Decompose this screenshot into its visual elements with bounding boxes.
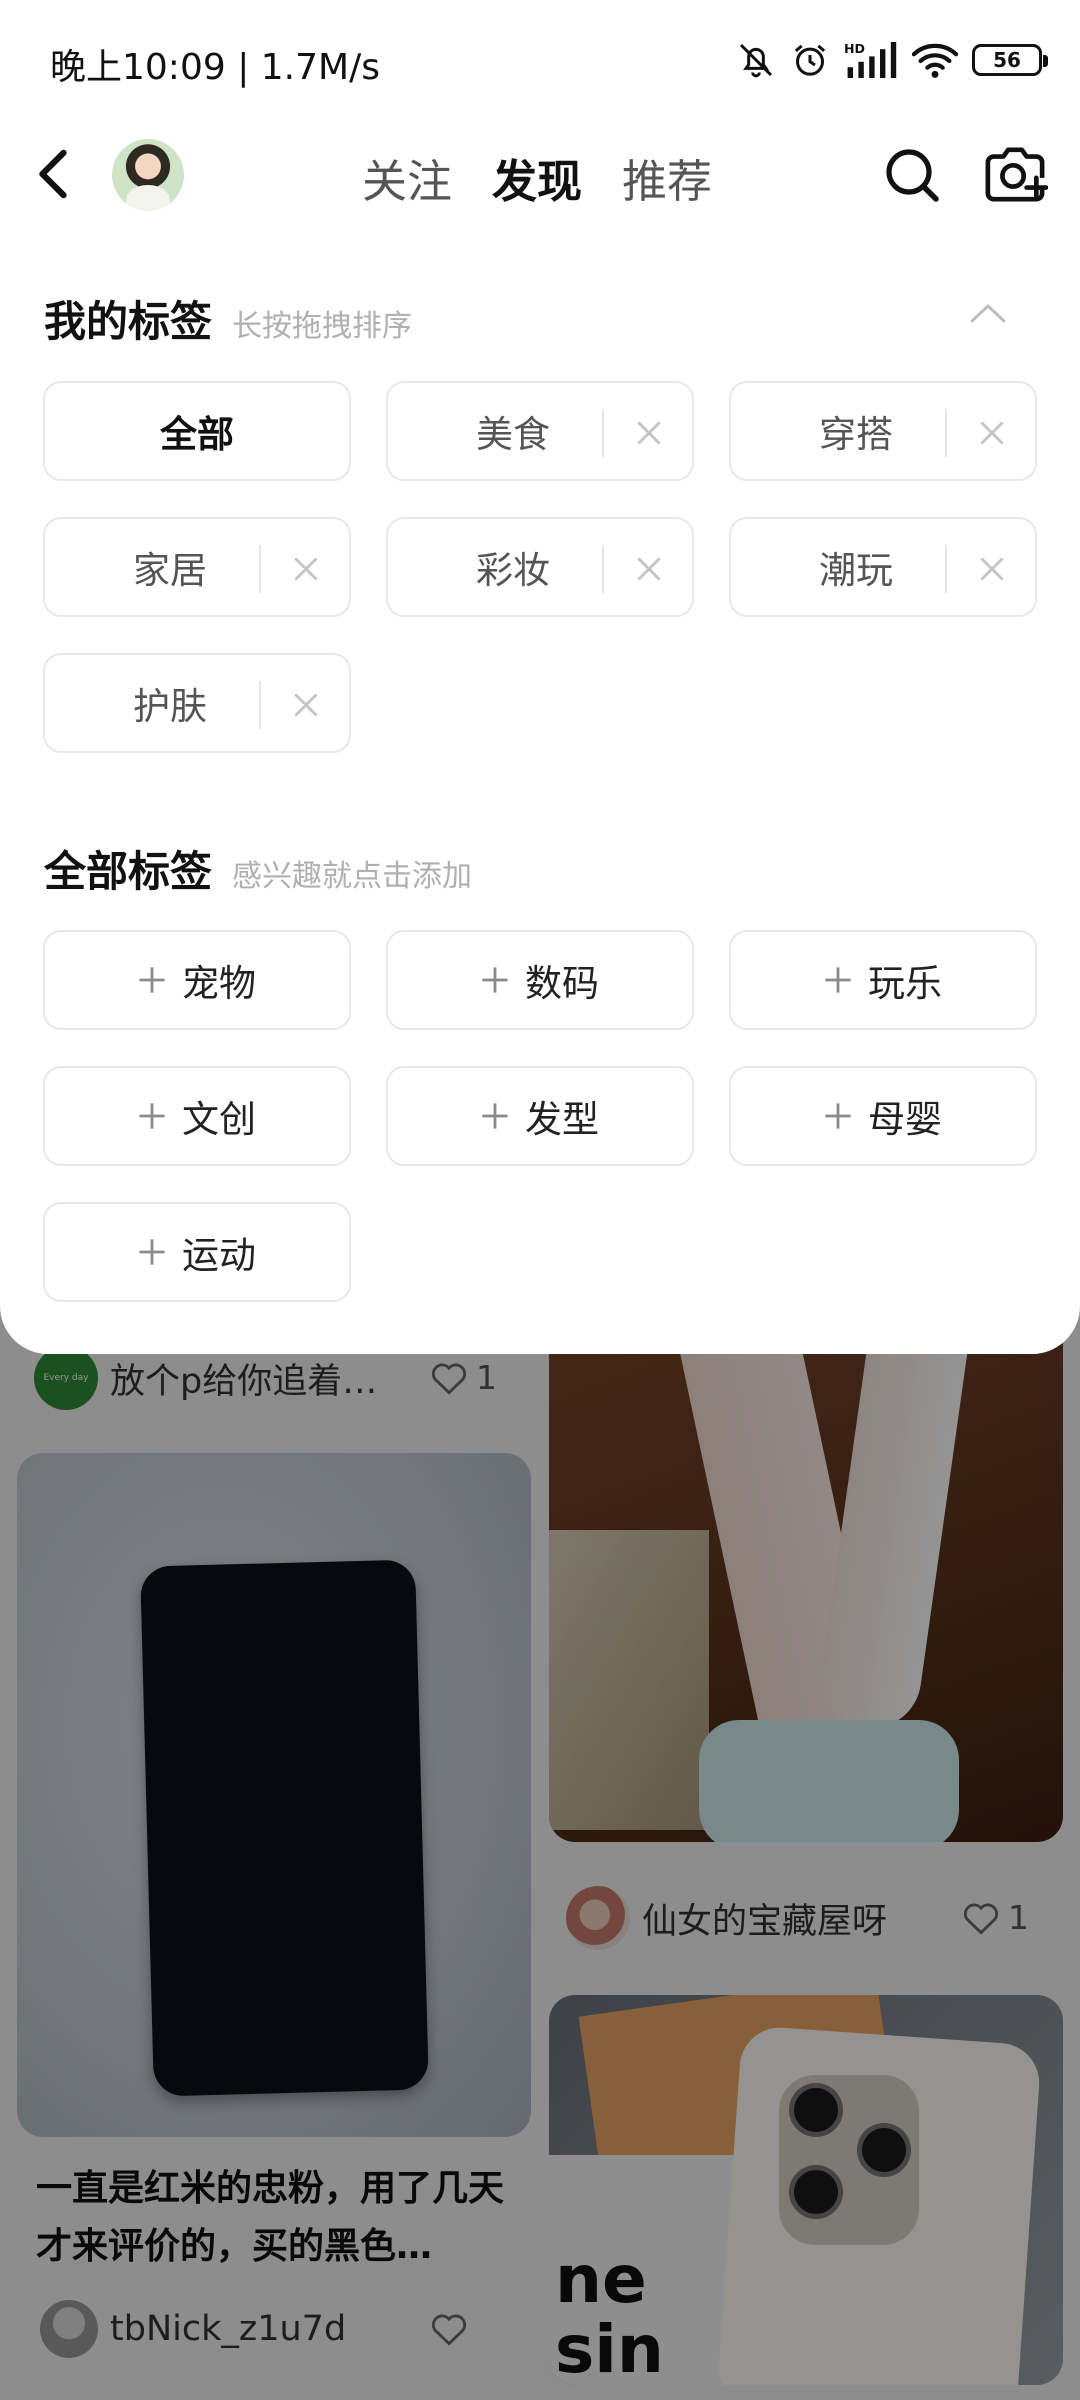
add-tag-chip[interactable]: 数码 (386, 930, 694, 1030)
my-tag-label: 家居 (133, 549, 207, 592)
my-tag-chip[interactable]: 穿搭 (729, 381, 1037, 481)
my-tags-hint: 长按拖拽排序 (232, 309, 413, 344)
svg-text:HD: HD (844, 41, 865, 56)
add-tag-label: 玩乐 (868, 962, 942, 1005)
add-tag-chip[interactable]: 宠物 (43, 930, 351, 1030)
chip-divider (945, 545, 947, 593)
remove-tag-icon[interactable] (978, 419, 1006, 447)
search-icon[interactable] (882, 145, 942, 205)
tag-manager-sheet: 晚上10:09 | 1.7M/s HD 56 关注 发现 推荐 我的标签 长按拖… (0, 0, 1080, 1354)
tab-follow[interactable]: 关注 (362, 145, 452, 210)
plus-icon (482, 1103, 508, 1129)
nav-tabs: 关注 发现 推荐 (362, 145, 712, 210)
signal-hd-icon: HD (844, 41, 897, 78)
my-tag-chip[interactable]: 护肤 (43, 653, 351, 753)
battery-icon: 56 (972, 44, 1048, 76)
status-time: 晚上10:09 | 1.7M/s (50, 47, 380, 88)
status-icons: HD 56 (736, 40, 1048, 80)
remove-tag-icon[interactable] (978, 555, 1006, 583)
tab-recommend[interactable]: 推荐 (622, 145, 712, 210)
chevron-up-icon[interactable] (968, 300, 1008, 326)
chip-divider (259, 545, 261, 593)
all-tags-title: 全部标签 (44, 847, 213, 896)
plus-icon (139, 1239, 165, 1265)
chip-divider (602, 545, 604, 593)
remove-tag-icon[interactable] (635, 555, 663, 583)
alarm-icon (794, 44, 826, 76)
add-tag-label: 母婴 (868, 1098, 942, 1141)
add-tag-label: 运动 (182, 1234, 256, 1277)
my-tag-chip[interactable]: 彩妆 (386, 517, 694, 617)
add-tag-label: 文创 (182, 1098, 256, 1141)
add-tag-chip[interactable]: 玩乐 (729, 930, 1037, 1030)
plus-icon (825, 1103, 851, 1129)
all-tags-hint: 感兴趣就点击添加 (232, 859, 473, 894)
chip-divider (602, 409, 604, 457)
add-tag-chip[interactable]: 发型 (386, 1066, 694, 1166)
my-tag-label: 潮玩 (819, 549, 893, 592)
my-tag-label: 穿搭 (819, 413, 893, 456)
remove-tag-icon[interactable] (292, 555, 320, 583)
status-bar: 晚上10:09 | 1.7M/s HD 56 (0, 0, 1080, 120)
my-tag-label: 护肤 (133, 685, 207, 728)
remove-tag-icon[interactable] (292, 691, 320, 719)
my-tag-chip[interactable]: 家居 (43, 517, 351, 617)
my-tags-title: 我的标签 (44, 297, 213, 346)
add-tag-chip[interactable]: 母婴 (729, 1066, 1037, 1166)
add-tag-label: 发型 (525, 1098, 599, 1141)
my-tag-label: 彩妆 (476, 549, 550, 592)
plus-icon (482, 967, 508, 993)
my-tag-chip[interactable]: 潮玩 (729, 517, 1037, 617)
add-tag-chip[interactable]: 运动 (43, 1202, 351, 1302)
plus-icon (139, 1103, 165, 1129)
my-tags-header: 我的标签 长按拖拽排序 (44, 288, 412, 349)
my-tag-chip[interactable]: 美食 (386, 381, 694, 481)
my-tag-chip[interactable]: 全部 (43, 381, 351, 481)
plus-icon (139, 967, 165, 993)
chip-divider (259, 681, 261, 729)
remove-tag-icon[interactable] (635, 419, 663, 447)
plus-icon (825, 967, 851, 993)
back-icon[interactable] (30, 147, 74, 201)
mute-bell-icon (739, 43, 773, 78)
my-tag-label: 全部 (160, 413, 234, 456)
all-tags-header: 全部标签 感兴趣就点击添加 (44, 838, 472, 899)
top-nav: 关注 发现 推荐 (0, 125, 1080, 225)
add-tag-label: 宠物 (182, 962, 256, 1005)
tab-discover[interactable]: 发现 (492, 145, 582, 210)
add-tag-chip[interactable]: 文创 (43, 1066, 351, 1166)
add-tag-label: 数码 (525, 962, 599, 1005)
camera-add-icon[interactable] (982, 143, 1048, 205)
wifi-icon (912, 43, 958, 78)
battery-level: 56 (993, 48, 1021, 72)
chip-divider (945, 409, 947, 457)
my-tag-label: 美食 (476, 413, 550, 456)
user-avatar[interactable] (112, 139, 184, 211)
